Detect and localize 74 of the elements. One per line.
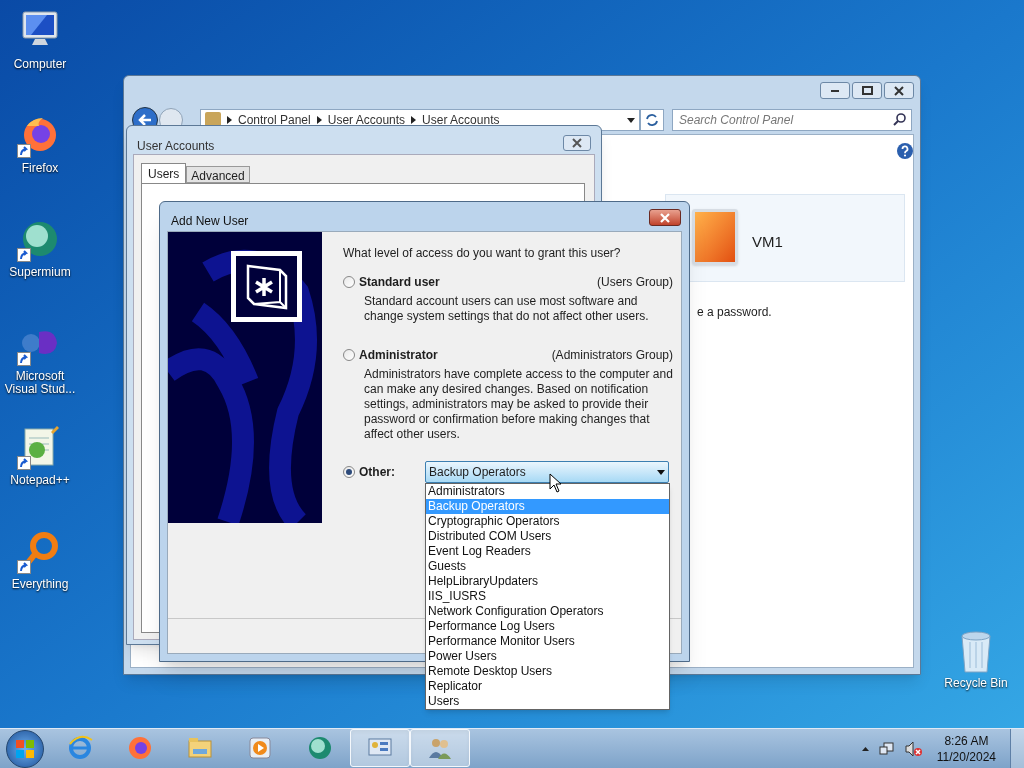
dropdown-option[interactable]: Administrators	[426, 484, 669, 499]
desktop-icon-label[interactable]: Everything	[1, 578, 79, 591]
window-title: Add New User	[171, 213, 249, 230]
dropdown-option[interactable]: Cryptographic Operators	[426, 514, 669, 529]
option-description: Standard account users can use most software and change system settings that do not affect other users.	[364, 294, 650, 324]
maximize-icon	[861, 86, 873, 95]
dropdown-option[interactable]: HelpLibraryUpdaters	[426, 574, 669, 589]
tab[interactable]: Advanced	[186, 166, 250, 183]
radio-button[interactable]	[343, 349, 355, 361]
dropdown-option[interactable]: Users	[426, 694, 669, 709]
desktop-icon-label[interactable]: Supermium	[1, 266, 79, 279]
dropdown-option[interactable]: IIS_IUSRS	[426, 589, 669, 604]
help-icon[interactable]	[897, 143, 913, 159]
breadcrumb-separator-icon	[227, 116, 232, 124]
description-text: e a password.	[697, 304, 772, 321]
globe-e-icon	[66, 733, 94, 762]
window-title: User Accounts	[137, 138, 215, 155]
option-description: Administrators have complete access to the computer and can make any desired changes. Based on notification settings, administrators may be asked to provide their password or confirmation before making changes that affect other users.	[364, 367, 673, 442]
network-icon[interactable]	[878, 740, 895, 757]
muted-speaker-icon[interactable]	[904, 740, 923, 757]
radio-label[interactable]: Other:	[359, 463, 421, 481]
minimize-icon	[831, 89, 839, 92]
windows-logo-icon	[15, 738, 35, 759]
security-key-icon	[231, 251, 302, 322]
start-button[interactable]	[6, 729, 44, 768]
desktop-icon-label[interactable]: Computer	[1, 58, 79, 71]
desktop-icon-label[interactable]: Firefox	[1, 162, 79, 175]
group-label: (Administrators Group)	[551, 347, 673, 364]
dropdown-option[interactable]: Guests	[426, 559, 669, 574]
show-hidden-icons-button[interactable]	[861, 746, 869, 751]
breadcrumb-separator-icon	[316, 116, 322, 124]
radio-button[interactable]	[343, 466, 355, 478]
search-field[interactable]: Search Control Panel	[672, 109, 912, 131]
breadcrumb-separator-icon	[411, 116, 417, 124]
refresh-button[interactable]	[640, 109, 664, 131]
breadcrumb-item[interactable]: Control Panel	[238, 111, 311, 129]
close-icon	[659, 212, 671, 223]
dropdown-caret-icon	[657, 469, 665, 475]
show-desktop-button[interactable]	[1010, 728, 1024, 768]
refresh-icon	[645, 113, 659, 127]
group-label: (Users Group)	[597, 274, 673, 291]
tab[interactable]: Users	[141, 163, 187, 183]
dropdown-option[interactable]: Network Configuration Operators	[426, 604, 669, 619]
close-button[interactable]	[884, 82, 914, 99]
question-text: What level of access do you want to grant this user?	[343, 245, 622, 262]
desktop-icon-label[interactable]: Notepad++	[1, 474, 79, 487]
close-icon	[571, 138, 583, 148]
dropdown-option[interactable]: Remote Desktop Users	[426, 664, 669, 679]
maximize-button[interactable]	[852, 82, 882, 99]
minimize-button[interactable]	[820, 82, 850, 99]
close-icon	[894, 85, 904, 96]
clock-time[interactable]: 8:26 AM	[944, 732, 989, 749]
close-button[interactable]	[563, 135, 591, 151]
clock-date[interactable]: 11/20/2024	[936, 748, 996, 765]
radio-label[interactable]: Administrator	[359, 346, 438, 364]
back-arrow-icon	[138, 114, 152, 126]
account-name: VM1	[752, 232, 783, 252]
dropdown-option[interactable]: Replicator	[426, 679, 669, 694]
radio-button[interactable]	[343, 276, 355, 288]
radio-label[interactable]: Standard user	[359, 273, 440, 291]
breadcrumb-item[interactable]: User Accounts	[422, 111, 500, 129]
search-icon	[893, 113, 906, 126]
breadcrumb-item[interactable]: User Accounts	[327, 111, 406, 129]
photo-placeholder	[692, 209, 738, 265]
taskbar-button[interactable]	[350, 728, 410, 767]
dropdown-option[interactable]: Performance Log Users	[426, 619, 669, 634]
taskbar-button[interactable]	[410, 728, 470, 767]
dropdown-option[interactable]: Event Log Readers	[426, 544, 669, 559]
desktop-icon-label[interactable]: Microsoft Visual Stud...	[1, 370, 79, 396]
dropdown-option[interactable]: Distributed COM Users	[426, 529, 669, 544]
dropdown-caret-icon[interactable]	[627, 117, 635, 123]
dropdown-option[interactable]: Performance Monitor Users	[426, 634, 669, 649]
close-button[interactable]	[649, 209, 681, 226]
dropdown-option[interactable]: Power Users	[426, 649, 669, 664]
